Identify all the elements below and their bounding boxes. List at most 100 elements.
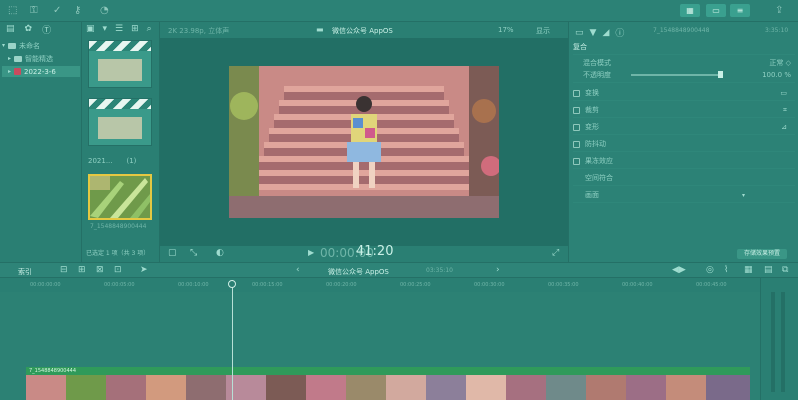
search-icon[interactable]: ⌕ — [147, 24, 152, 34]
ruler-tick: 00:00:40:00 — [622, 282, 653, 288]
key-icon[interactable]: ⚷ — [74, 5, 86, 17]
keyword-icon[interactable]: ⚿ — [30, 5, 42, 17]
play-icon[interactable]: ▶ — [308, 248, 314, 257]
checkbox[interactable] — [573, 89, 580, 97]
color-inspector-icon[interactable]: ▼ — [590, 26, 597, 39]
inspector-row-transform[interactable]: 变换 ▭ — [573, 86, 795, 101]
forward-icon[interactable]: › — [496, 265, 500, 275]
viewer-header: 2K 23.98p, 立体声 ▬ 微信公众号 AppOS 17% 显示 — [160, 22, 568, 38]
share-icon[interactable]: ⇪ — [775, 5, 787, 17]
checkbox[interactable] — [573, 123, 580, 131]
back-icon[interactable]: ‹ — [296, 265, 300, 275]
clip-thumbnail[interactable] — [88, 40, 152, 88]
append-clip-icon[interactable]: ⊠ — [96, 265, 104, 275]
plant-image — [90, 176, 150, 218]
overwrite-clip-icon[interactable]: ⊡ — [114, 265, 122, 275]
list-view-icon[interactable]: ☰ — [115, 24, 123, 34]
display-menu[interactable]: 显示 — [536, 26, 550, 36]
clip-appearance-icon[interactable]: ▦ — [744, 265, 753, 275]
disclosure-down-icon[interactable]: ▾ — [2, 42, 5, 49]
grid-view-icon[interactable]: ⊞ — [131, 24, 139, 34]
ruler-tick: 00:00:25:00 — [400, 282, 431, 288]
libraries-icon[interactable]: ▤ — [6, 24, 15, 34]
import-media-icon[interactable]: ⬚ — [8, 5, 20, 17]
filmstrip-thumbnails — [26, 375, 750, 400]
index-button[interactable]: 索引 — [18, 267, 32, 277]
inspector-row-rolling-shutter[interactable]: 果冻效应 — [573, 154, 795, 169]
audio-meter-right — [781, 292, 785, 392]
video-inspector-icon[interactable]: ▭ — [575, 26, 584, 39]
audio-inspector-icon[interactable]: ◢ — [602, 26, 609, 39]
inspector-panel: ▭ ▼ ◢ ⓘ 7_1548848900448 3:35:10 复合 混合模式 … — [568, 22, 798, 262]
enhance-icon[interactable]: ◐ — [216, 248, 224, 258]
row-label: 变形 — [585, 123, 599, 131]
select-tool-icon[interactable]: ➤ — [140, 265, 148, 275]
transform-icon[interactable]: ▭ — [780, 89, 787, 97]
video-frame[interactable] — [229, 66, 499, 218]
library-toggle-button[interactable]: ▦ — [680, 4, 700, 17]
background-tasks-icon[interactable]: ◔ — [100, 5, 112, 17]
check-icon[interactable]: ✓ — [53, 5, 65, 17]
crop-icon[interactable]: ⌗ — [783, 106, 787, 115]
timecode: 41:20 — [356, 244, 394, 259]
media-browser: ▣ ▾ ☰ ⊞ ⌕ 2021... (1) 7_1548848900444 已选… — [82, 22, 160, 262]
clip-thumbnail[interactable] — [88, 98, 152, 146]
ruler-tick: 00:00:00:00 — [30, 282, 61, 288]
timeline-header: 索引 ⊟ ⊞ ⊠ ⊡ ➤ ‹ 微信公众号 AppOS 03:35:10 › ◀▶… — [0, 262, 798, 278]
library-icon — [8, 42, 17, 49]
distort-icon[interactable]: ⊿ — [781, 123, 787, 131]
browser-group-header[interactable]: 2021... (1) — [88, 157, 136, 165]
timeline-toggle-button[interactable]: ▭ — [706, 4, 726, 17]
info-inspector-icon[interactable]: ⓘ — [615, 26, 624, 39]
disclosure-right-icon[interactable]: ▸ — [8, 55, 11, 62]
row-label: 防抖动 — [585, 140, 606, 148]
playhead-handle[interactable] — [228, 280, 236, 288]
filter-icon[interactable]: ▾ — [103, 24, 108, 34]
zoom-level[interactable]: 17% — [498, 26, 514, 34]
snapping-icon[interactable]: ⌇ — [724, 265, 728, 275]
checkbox[interactable] — [573, 106, 580, 114]
playhead[interactable] — [232, 280, 233, 400]
timeline-duration: 03:35:10 — [426, 267, 453, 274]
inspector-row-stabilization[interactable]: 防抖动 — [573, 137, 795, 152]
clip-id: 7_1548848900448 — [653, 27, 710, 34]
opacity-slider[interactable] — [631, 71, 723, 78]
checkbox[interactable] — [573, 157, 580, 165]
connect-clip-icon[interactable]: ⊟ — [60, 265, 68, 275]
inspector-row-spatial-conform[interactable]: 空间符合 — [573, 171, 795, 186]
inspector-row-crop[interactable]: 裁剪 ⌗ — [573, 103, 795, 118]
audio-skimming-icon[interactable]: ◀▶ — [672, 265, 686, 275]
clip-appearance-icon[interactable]: ▣ — [86, 24, 95, 34]
ruler-tick: 00:00:30:00 — [474, 282, 505, 288]
fullscreen-icon[interactable]: ⤢ — [552, 248, 559, 258]
inspector-row-frame[interactable]: 画面 ▾ — [573, 188, 795, 203]
titles-icon[interactable]: Ⓣ — [42, 23, 51, 36]
timeline-ruler[interactable]: 00:00:00:00 00:00:05:00 00:00:10:00 00:0… — [0, 278, 760, 292]
blend-mode-value[interactable]: 正常 ◇ — [769, 58, 791, 68]
library-item-smart[interactable]: ▸ 智能精选 — [2, 53, 80, 64]
video-image — [229, 66, 499, 218]
chevron-down-icon[interactable]: ▾ — [742, 192, 745, 199]
library-root[interactable]: ▾ 未命名 — [2, 40, 80, 51]
inspector-toggle-button[interactable]: ≡ — [730, 4, 750, 17]
library-item-event[interactable]: ▸ 2022-3-6 — [2, 66, 80, 77]
selected-clip-thumbnail[interactable] — [88, 174, 152, 220]
row-label: 果冻效应 — [585, 157, 613, 165]
view-options-icon[interactable]: ▢ — [168, 248, 177, 258]
primary-clip-label[interactable]: 7_1548848900444 — [26, 367, 750, 375]
insert-clip-icon[interactable]: ⊞ — [78, 265, 86, 275]
photos-icon[interactable]: ✿ — [25, 24, 33, 34]
opacity-value[interactable]: 100.0 % — [762, 71, 791, 79]
primary-clip-filmstrip[interactable] — [26, 375, 750, 400]
effects-browser-icon[interactable]: ▤ — [764, 265, 773, 275]
disclosure-right-icon[interactable]: ▸ — [8, 68, 11, 75]
inspector-row-distort[interactable]: 变形 ⊿ — [573, 120, 795, 135]
checkbox[interactable] — [573, 140, 580, 148]
top-toolbar: ⬚ ⚿ ✓ ⚷ ◔ ▦ ▭ ≡ ⇪ — [0, 0, 798, 22]
opacity-row: 不透明度 100.0 % — [573, 68, 795, 83]
transitions-browser-icon[interactable]: ⧉ — [782, 265, 788, 275]
group-label: 2021... — [88, 157, 113, 165]
solo-icon[interactable]: ◎ — [706, 265, 714, 275]
save-preset-button[interactable]: 存储效果预置 — [737, 249, 787, 259]
transform-icon[interactable]: ⤡ — [190, 248, 197, 258]
